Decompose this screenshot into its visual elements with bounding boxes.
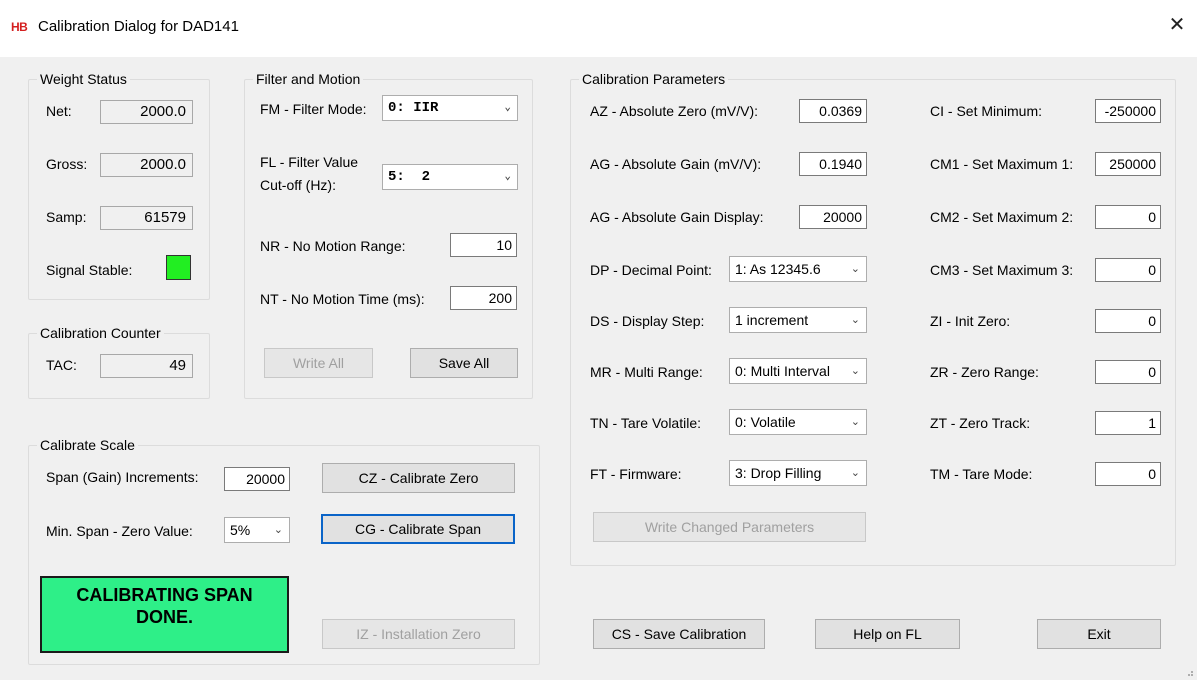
chevron-down-icon: ⌄ <box>504 102 511 114</box>
ft-dropdown[interactable]: 3: Drop Filling ⌄ <box>729 460 867 486</box>
min-span-label: Min. Span - Zero Value: <box>46 523 193 539</box>
resize-grip-icon[interactable] <box>1184 667 1194 677</box>
title-bar: HB Calibration Dialog for DAD141 ✕ <box>0 0 1197 57</box>
fl-value: 5: 2 <box>388 169 431 185</box>
ci-input[interactable]: -250000 <box>1095 99 1161 123</box>
cm3-label: CM3 - Set Maximum 3: <box>930 262 1074 278</box>
nt-input[interactable]: 200 <box>450 286 517 310</box>
zr-label: ZR - Zero Range: <box>930 364 1039 380</box>
span-increments-input[interactable]: 20000 <box>224 467 290 491</box>
save-all-button[interactable]: Save All <box>410 348 518 378</box>
chevron-down-icon: ⌄ <box>850 263 860 275</box>
ds-value: 1 increment <box>735 312 809 328</box>
nr-input[interactable]: 10 <box>450 233 517 257</box>
zi-label: ZI - Init Zero: <box>930 313 1011 329</box>
gross-label: Gross: <box>46 156 88 172</box>
chevron-down-icon: ⌄ <box>504 171 511 183</box>
chevron-down-icon: ⌄ <box>850 314 860 326</box>
samp-value: 61579 <box>100 206 193 230</box>
tac-value: 49 <box>100 354 193 378</box>
tn-value: 0: Volatile <box>735 414 796 430</box>
chevron-down-icon: ⌄ <box>850 365 860 377</box>
ag-label: AG - Absolute Gain (mV/V): <box>590 156 762 172</box>
mr-dropdown[interactable]: 0: Multi Interval ⌄ <box>729 358 867 384</box>
calibrate-zero-button[interactable]: CZ - Calibrate Zero <box>322 463 515 493</box>
ds-label: DS - Display Step: <box>590 313 705 329</box>
net-label: Net: <box>46 103 72 119</box>
zi-input[interactable]: 0 <box>1095 309 1161 333</box>
zt-label: ZT - Zero Track: <box>930 415 1031 431</box>
chevron-down-icon: ⌄ <box>850 467 860 479</box>
cm2-label: CM2 - Set Maximum 2: <box>930 209 1074 225</box>
signal-stable-indicator <box>166 255 191 280</box>
ag-display-input[interactable]: 20000 <box>799 205 867 229</box>
fm-dropdown[interactable]: 0: IIR ⌄ <box>382 95 518 121</box>
tn-dropdown[interactable]: 0: Volatile ⌄ <box>729 409 867 435</box>
net-value: 2000.0 <box>100 100 193 124</box>
zt-input[interactable]: 1 <box>1095 411 1161 435</box>
weight-status-title: Weight Status <box>37 71 130 87</box>
zr-input[interactable]: 0 <box>1095 360 1161 384</box>
mr-value: 0: Multi Interval <box>735 363 830 379</box>
calibrate-span-button[interactable]: CG - Calibrate Span <box>321 514 515 544</box>
filter-motion-title: Filter and Motion <box>253 71 364 87</box>
close-icon[interactable]: ✕ <box>1166 14 1188 38</box>
status-line-2: DONE. <box>135 607 193 627</box>
min-span-dropdown[interactable]: 5% ⌄ <box>224 517 290 543</box>
fl-dropdown[interactable]: 5: 2 ⌄ <box>382 164 518 190</box>
exit-button[interactable]: Exit <box>1037 619 1161 649</box>
dp-label: DP - Decimal Point: <box>590 262 712 278</box>
ft-value: 3: Drop Filling <box>735 465 822 481</box>
write-changed-parameters-button[interactable]: Write Changed Parameters <box>593 512 866 542</box>
az-label: AZ - Absolute Zero (mV/V): <box>590 103 759 119</box>
ci-label: CI - Set Minimum: <box>930 103 1043 119</box>
tn-label: TN - Tare Volatile: <box>590 415 702 431</box>
ag-display-label: AG - Absolute Gain Display: <box>590 209 764 225</box>
calibration-parameters-title: Calibration Parameters <box>579 71 729 87</box>
chevron-down-icon: ⌄ <box>850 416 860 428</box>
fm-label: FM - Filter Mode: <box>260 101 367 117</box>
span-increments-label: Span (Gain) Increments: <box>46 469 199 485</box>
ds-dropdown[interactable]: 1 increment ⌄ <box>729 307 867 333</box>
write-all-button[interactable]: Write All <box>264 348 373 378</box>
installation-zero-button[interactable]: IZ - Installation Zero <box>322 619 515 649</box>
window-title: Calibration Dialog for DAD141 <box>38 18 239 35</box>
gross-value: 2000.0 <box>100 153 193 177</box>
cm1-input[interactable]: 250000 <box>1095 152 1161 176</box>
az-input[interactable]: 0.0369 <box>799 99 867 123</box>
chevron-down-icon: ⌄ <box>273 524 283 536</box>
min-span-value: 5% <box>230 522 251 538</box>
ft-label: FT - Firmware: <box>590 466 682 482</box>
fl-label-line2: Cut-off (Hz): <box>260 177 336 193</box>
calibrate-scale-title: Calibrate Scale <box>37 437 138 453</box>
help-button[interactable]: Help on FL <box>815 619 960 649</box>
nt-label: NT - No Motion Time (ms): <box>260 291 425 307</box>
signal-stable-label: Signal Stable: <box>46 262 133 278</box>
fl-label-line1: FL - Filter Value <box>260 154 359 170</box>
app-logo-icon: HB <box>11 20 28 34</box>
tac-label: TAC: <box>46 357 77 373</box>
cm2-input[interactable]: 0 <box>1095 205 1161 229</box>
samp-label: Samp: <box>46 209 87 225</box>
calibration-status-banner: CALIBRATING SPAN DONE. <box>40 576 289 653</box>
cm3-input[interactable]: 0 <box>1095 258 1161 282</box>
dp-dropdown[interactable]: 1: As 12345.6 ⌄ <box>729 256 867 282</box>
cm1-label: CM1 - Set Maximum 1: <box>930 156 1074 172</box>
mr-label: MR - Multi Range: <box>590 364 703 380</box>
nr-label: NR - No Motion Range: <box>260 238 406 254</box>
status-line-1: CALIBRATING SPAN <box>76 585 253 605</box>
tm-input[interactable]: 0 <box>1095 462 1161 486</box>
calibration-counter-title: Calibration Counter <box>37 325 164 341</box>
dp-value: 1: As 12345.6 <box>735 261 821 277</box>
tm-label: TM - Tare Mode: <box>930 466 1033 482</box>
fm-value: 0: IIR <box>388 100 439 116</box>
ag-input[interactable]: 0.1940 <box>799 152 867 176</box>
save-calibration-button[interactable]: CS - Save Calibration <box>593 619 765 649</box>
